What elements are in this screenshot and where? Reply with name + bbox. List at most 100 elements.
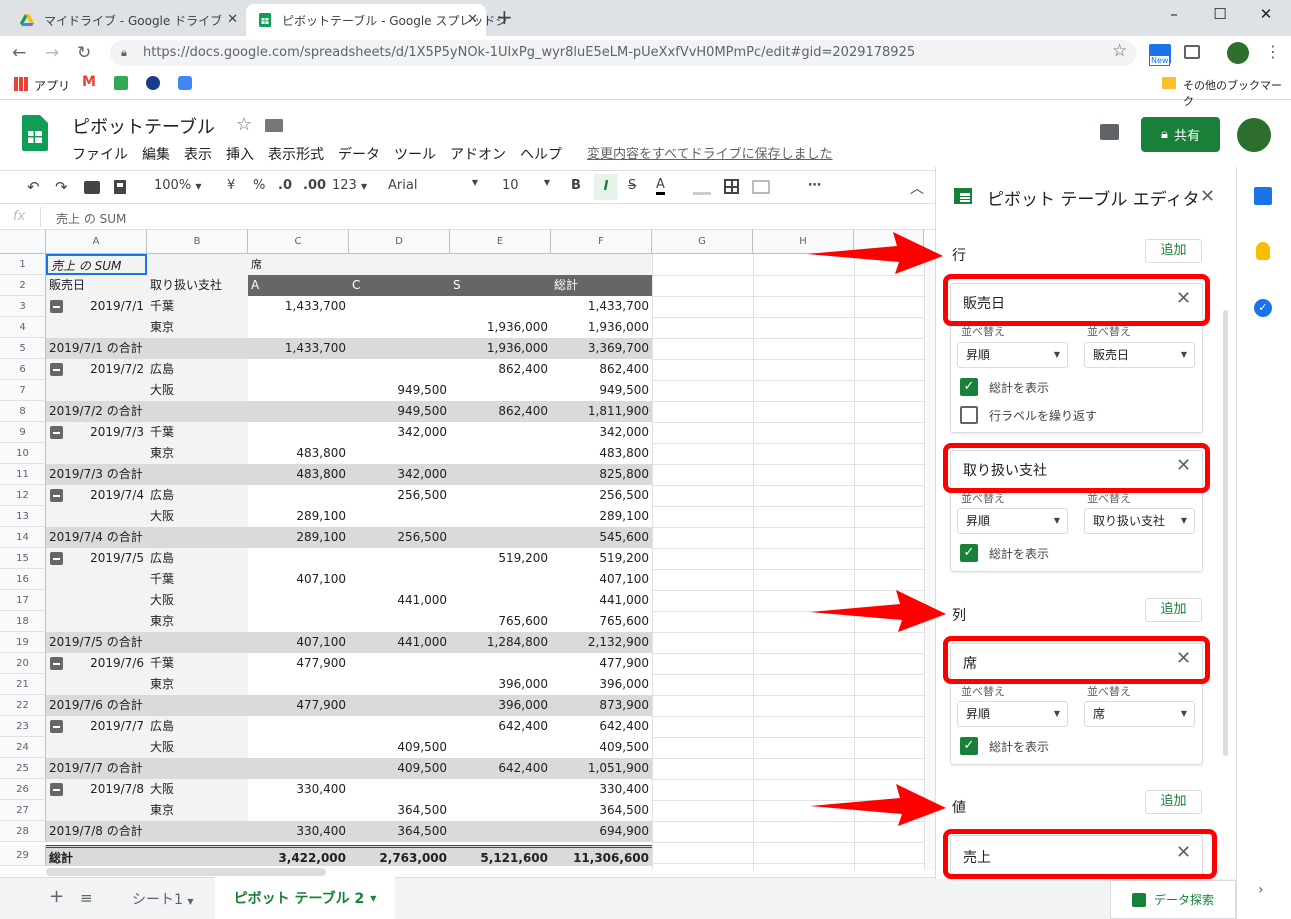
cell-d25[interactable]: 409,500: [349, 758, 450, 779]
cell-a8[interactable]: 2019/7/2 の合計: [46, 401, 248, 422]
collapse-group-icon[interactable]: [50, 783, 63, 796]
cell-f11[interactable]: 825,800: [551, 464, 652, 485]
cell-e6[interactable]: 862,400: [450, 359, 551, 380]
document-title[interactable]: ピボットテーブル: [72, 113, 215, 139]
row-header[interactable]: 21: [0, 674, 46, 695]
collapse-group-icon[interactable]: [50, 363, 63, 376]
collapse-toolbar-icon[interactable]: ︿: [910, 178, 924, 198]
keep-icon[interactable]: [1256, 242, 1270, 260]
cell-d29[interactable]: 2,763,000: [349, 845, 450, 866]
cell-d3[interactable]: [349, 296, 450, 317]
cell-e4[interactable]: 1,936,000: [450, 317, 551, 338]
column-header-a[interactable]: A: [46, 230, 147, 254]
more-icon[interactable]: ⋯: [808, 178, 821, 193]
cell-a22[interactable]: 2019/7/6 の合計: [46, 695, 248, 716]
cell-d5[interactable]: [349, 338, 450, 359]
cell-f13[interactable]: 289,100: [551, 506, 652, 527]
url-text[interactable]: https://docs.google.com/spreadsheets/d/1…: [143, 45, 915, 60]
collapse-group-icon[interactable]: [50, 489, 63, 502]
cell-f20[interactable]: 477,900: [551, 653, 652, 674]
cell-c4[interactable]: [248, 317, 349, 338]
cell-c24[interactable]: [248, 737, 349, 758]
cell-d8[interactable]: 949,500: [349, 401, 450, 422]
cell-c19[interactable]: 407,100: [248, 632, 349, 653]
menu-addons[interactable]: アドオン: [450, 144, 506, 164]
cell-d12[interactable]: 256,500: [349, 485, 450, 506]
row-header[interactable]: 22: [0, 695, 46, 716]
cell-f5[interactable]: 3,369,700: [551, 338, 652, 359]
cell-d11[interactable]: 342,000: [349, 464, 450, 485]
cell-c13[interactable]: 289,100: [248, 506, 349, 527]
show-totals-checkbox[interactable]: ✓: [960, 378, 978, 396]
row-header[interactable]: 17: [0, 590, 46, 611]
cell-e20[interactable]: [450, 653, 551, 674]
cell-c15[interactable]: [248, 548, 349, 569]
select-all-corner[interactable]: [0, 230, 46, 254]
cell-e15[interactable]: 519,200: [450, 548, 551, 569]
row-header[interactable]: 19: [0, 632, 46, 653]
cell-a2[interactable]: 販売日: [46, 275, 147, 296]
paint-format-icon[interactable]: [114, 180, 126, 194]
column-header-g[interactable]: G: [652, 230, 753, 254]
row-header[interactable]: 25: [0, 758, 46, 779]
row-header[interactable]: 20: [0, 653, 46, 674]
cell-b1[interactable]: [147, 254, 248, 275]
minimize-icon[interactable]: –: [1151, 0, 1197, 30]
cell-e27[interactable]: [450, 800, 551, 821]
cell-e10[interactable]: [450, 443, 551, 464]
cell-f9[interactable]: 342,000: [551, 422, 652, 443]
cast-icon[interactable]: [1184, 45, 1200, 59]
collapse-group-icon[interactable]: [50, 657, 63, 670]
collapse-group-icon[interactable]: [50, 300, 63, 313]
other-bookmarks[interactable]: その他のブックマーク: [1183, 77, 1291, 109]
cell-e14[interactable]: [450, 527, 551, 548]
cell-a27[interactable]: [46, 800, 147, 821]
cell-f19[interactable]: 2,132,900: [551, 632, 652, 653]
maximize-icon[interactable]: ☐: [1197, 0, 1243, 30]
cell-a21[interactable]: [46, 674, 147, 695]
cell-c9[interactable]: [248, 422, 349, 443]
row-header[interactable]: 10: [0, 443, 46, 464]
show-totals-checkbox[interactable]: ✓: [960, 737, 978, 755]
cell-d14[interactable]: 256,500: [349, 527, 450, 548]
bookmark-site2-icon[interactable]: [178, 76, 192, 90]
cell-c26[interactable]: 330,400: [248, 779, 349, 800]
cell-b15[interactable]: 広島: [147, 548, 248, 569]
cell-f18[interactable]: 765,600: [551, 611, 652, 632]
cell-d23[interactable]: [349, 716, 450, 737]
window-close-icon[interactable]: ✕: [1243, 0, 1289, 30]
cell-f7[interactable]: 949,500: [551, 380, 652, 401]
row-header[interactable]: 11: [0, 464, 46, 485]
cell-c18[interactable]: [248, 611, 349, 632]
print-icon[interactable]: [84, 181, 100, 194]
cell-c11[interactable]: 483,800: [248, 464, 349, 485]
cell-f3[interactable]: 1,433,700: [551, 296, 652, 317]
row-header[interactable]: 5: [0, 338, 46, 359]
cell-b17[interactable]: 大阪: [147, 590, 248, 611]
cell-d9[interactable]: 342,000: [349, 422, 450, 443]
cell-b7[interactable]: 大阪: [147, 380, 248, 401]
cell-c22[interactable]: 477,900: [248, 695, 349, 716]
currency-format-button[interactable]: ¥: [227, 178, 235, 193]
text-color-button[interactable]: A: [656, 178, 665, 195]
cell-a29[interactable]: 総計: [46, 845, 147, 866]
cell-c5[interactable]: 1,433,700: [248, 338, 349, 359]
cell-b3[interactable]: 千葉: [147, 296, 248, 317]
back-icon[interactable]: ←: [12, 43, 26, 63]
close-tab-icon[interactable]: ✕: [227, 12, 238, 27]
font-select[interactable]: Arial ▼: [388, 178, 478, 193]
cell-b26[interactable]: 大阪: [147, 779, 248, 800]
cell-b12[interactable]: 広島: [147, 485, 248, 506]
vertical-scrollbar[interactable]: [924, 254, 935, 870]
cell-a25[interactable]: 2019/7/7 の合計: [46, 758, 248, 779]
cell-e11[interactable]: [450, 464, 551, 485]
menu-view[interactable]: 表示: [184, 144, 212, 164]
cell-f23[interactable]: 642,400: [551, 716, 652, 737]
cell-b2[interactable]: 取り扱い支社: [147, 275, 248, 296]
cell-c7[interactable]: [248, 380, 349, 401]
cell-b13[interactable]: 大阪: [147, 506, 248, 527]
cell-d7[interactable]: 949,500: [349, 380, 450, 401]
row-header[interactable]: 23: [0, 716, 46, 737]
row-header[interactable]: 12: [0, 485, 46, 506]
cell-f10[interactable]: 483,800: [551, 443, 652, 464]
